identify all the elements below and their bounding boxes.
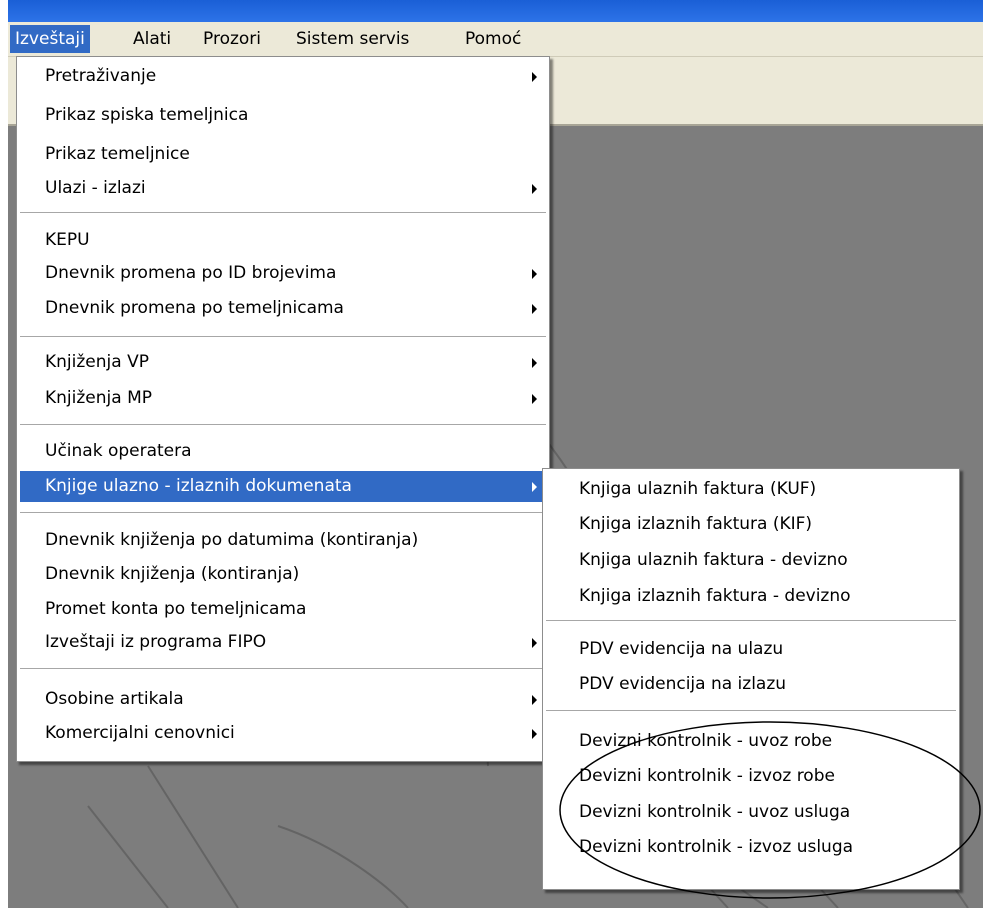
submenu-arrow-icon (532, 358, 537, 368)
menu-sistem-servis[interactable]: Sistem servis (291, 25, 414, 53)
menu-alati[interactable]: Alati (128, 25, 176, 53)
izvestaji-dropdown-menu: Pretraživanje Prikaz spiska temeljnica P… (16, 56, 550, 762)
submenu-item-kuf[interactable]: Knjiga ulaznih faktura (KUF) (546, 474, 956, 505)
submenu-item-kif[interactable]: Knjiga izlaznih faktura (KIF) (546, 509, 956, 540)
menu-item-dnevnik-knjizenja[interactable]: Dnevnik knjiženja (kontiranja) (20, 559, 546, 590)
annotation-ellipse (559, 721, 981, 899)
menu-separator (20, 512, 546, 513)
submenu-arrow-icon (532, 184, 537, 194)
menu-item-kepu[interactable]: KEPU (20, 225, 546, 256)
menu-item-ulazi-izlazi[interactable]: Ulazi - izlazi (20, 173, 546, 204)
menu-item-komercijalni-cenovnici[interactable]: Komercijalni cenovnici (20, 718, 546, 749)
menu-item-knjizenja-vp[interactable]: Knjiženja VP (20, 347, 546, 378)
menu-item-promet-konta[interactable]: Promet konta po temeljnicama (20, 594, 546, 625)
submenu-arrow-icon (532, 269, 537, 279)
menu-separator (546, 710, 956, 711)
menu-item-dnevnik-promena-id[interactable]: Dnevnik promena po ID brojevima (20, 258, 546, 289)
menu-item-knjige-ulazno-izlaznih[interactable]: Knjige ulazno - izlaznih dokumenata (20, 471, 546, 502)
menu-item-prikaz-temeljnice[interactable]: Prikaz temeljnice (20, 139, 546, 170)
menu-prozori[interactable]: Prozori (198, 25, 266, 53)
menu-separator (20, 668, 546, 669)
menu-izvestaji[interactable]: Izveštaji (10, 25, 90, 53)
submenu-arrow-icon (532, 72, 537, 82)
submenu-item-pdv-ulaz[interactable]: PDV evidencija na ulazu (546, 634, 956, 665)
menu-item-osobine-artikala[interactable]: Osobine artikala (20, 684, 546, 715)
submenu-item-kif-devizno[interactable]: Knjiga izlaznih faktura - devizno (546, 581, 956, 612)
submenu-arrow-icon (532, 394, 537, 404)
menu-separator (20, 424, 546, 425)
menu-item-dnevnik-knjizenja-datumi[interactable]: Dnevnik knjiženja po datumima (kontiranj… (20, 525, 546, 556)
menu-item-izvestaji-fipo[interactable]: Izveštaji iz programa FIPO (20, 627, 546, 658)
submenu-arrow-icon (532, 695, 537, 705)
submenu-item-kuf-devizno[interactable]: Knjiga ulaznih faktura - devizno (546, 545, 956, 576)
menu-item-pretrazivanje[interactable]: Pretraživanje (20, 61, 546, 92)
menu-item-knjizenja-mp[interactable]: Knjiženja MP (20, 383, 546, 414)
submenu-arrow-icon (532, 304, 537, 314)
submenu-arrow-icon (532, 482, 537, 492)
submenu-arrow-icon (532, 729, 537, 739)
menu-bar: Izveštaji Alati Prozori Sistem servis Po… (8, 22, 983, 57)
menu-item-prikaz-spiska-temeljnica[interactable]: Prikaz spiska temeljnica (20, 100, 546, 131)
submenu-arrow-icon (532, 638, 537, 648)
menu-item-dnevnik-promena-temeljnice[interactable]: Dnevnik promena po temeljnicama (20, 293, 546, 324)
menu-pomoc[interactable]: Pomoć (460, 25, 526, 53)
menu-separator (20, 212, 546, 213)
title-bar (8, 0, 983, 22)
menu-separator (20, 336, 546, 337)
submenu-item-pdv-izlaz[interactable]: PDV evidencija na izlazu (546, 669, 956, 700)
menu-separator (546, 620, 956, 621)
menu-item-ucinak-operatera[interactable]: Učinak operatera (20, 436, 546, 467)
